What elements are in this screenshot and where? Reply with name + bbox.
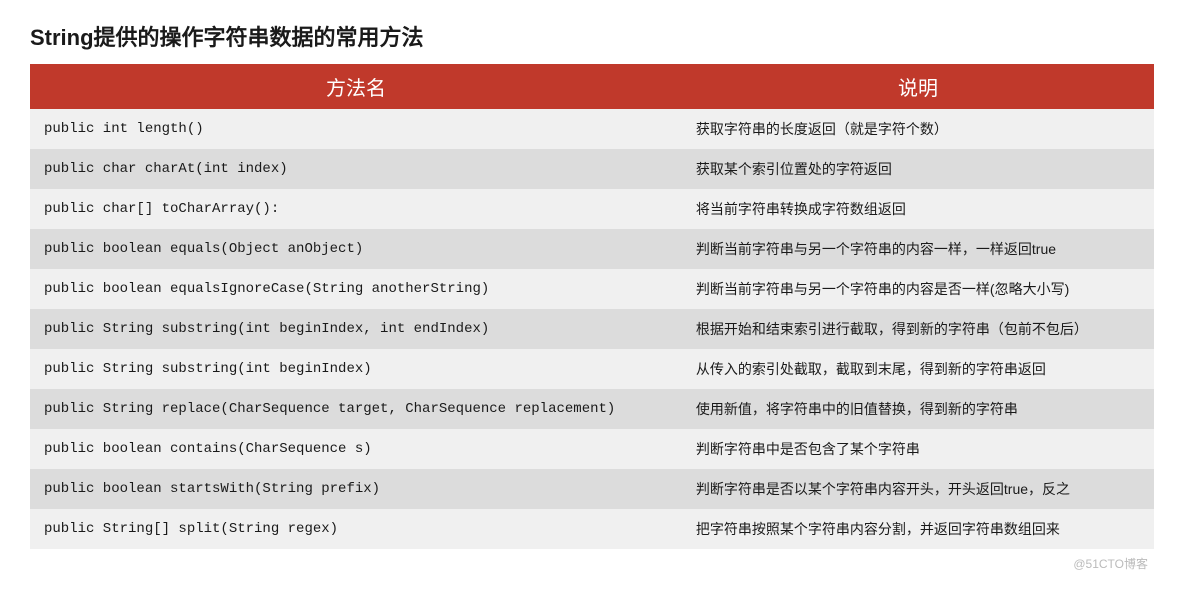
desc-cell: 从传入的索引处截取，截取到末尾，得到新的字符串返回 [682, 349, 1154, 389]
method-cell: public String replace(CharSequence targe… [30, 389, 682, 429]
method-cell: public boolean contains(CharSequence s) [30, 429, 682, 469]
method-cell: public char[] toCharArray(): [30, 189, 682, 229]
desc-cell: 判断字符串中是否包含了某个字符串 [682, 429, 1154, 469]
table-row: public char[] toCharArray(): 将当前字符串转换成字符… [30, 189, 1154, 229]
desc-cell: 判断字符串是否以某个字符串内容开头，开头返回true，反之 [682, 469, 1154, 509]
desc-cell: 获取字符串的长度返回（就是字符个数） [682, 109, 1154, 149]
method-cell: public int length() [30, 109, 682, 149]
watermark-text: @51CTO博客 [30, 555, 1154, 572]
table-row: public String substring(int beginIndex) … [30, 349, 1154, 389]
method-cell: public boolean equals(Object anObject) [30, 229, 682, 269]
desc-cell: 使用新值，将字符串中的旧值替换，得到新的字符串 [682, 389, 1154, 429]
table-header-row: 方法名 说明 [30, 64, 1154, 109]
method-cell: public String substring(int beginIndex) [30, 349, 682, 389]
table-row: public char charAt(int index) 获取某个索引位置处的… [30, 149, 1154, 189]
header-description: 说明 [682, 64, 1154, 109]
table-row: public String replace(CharSequence targe… [30, 389, 1154, 429]
table-row: public String substring(int beginIndex, … [30, 309, 1154, 349]
desc-cell: 判断当前字符串与另一个字符串的内容是否一样(忽略大小写) [682, 269, 1154, 309]
desc-cell: 获取某个索引位置处的字符返回 [682, 149, 1154, 189]
method-cell: public char charAt(int index) [30, 149, 682, 189]
methods-table: 方法名 说明 public int length() 获取字符串的长度返回（就是… [30, 64, 1154, 549]
desc-cell: 判断当前字符串与另一个字符串的内容一样，一样返回true [682, 229, 1154, 269]
table-row: public boolean equals(Object anObject) 判… [30, 229, 1154, 269]
method-cell: public String[] split(String regex) [30, 509, 682, 549]
desc-cell: 把字符串按照某个字符串内容分割，并返回字符串数组回来 [682, 509, 1154, 549]
table-row: public boolean startsWith(String prefix)… [30, 469, 1154, 509]
method-cell: public boolean equalsIgnoreCase(String a… [30, 269, 682, 309]
method-cell: public boolean startsWith(String prefix) [30, 469, 682, 509]
table-row: public boolean equalsIgnoreCase(String a… [30, 269, 1154, 309]
method-cell: public String substring(int beginIndex, … [30, 309, 682, 349]
header-method: 方法名 [30, 64, 682, 109]
page-title: String提供的操作字符串数据的常用方法 [30, 20, 1154, 52]
table-row: public String[] split(String regex) 把字符串… [30, 509, 1154, 549]
table-row: public boolean contains(CharSequence s) … [30, 429, 1154, 469]
table-row: public int length() 获取字符串的长度返回（就是字符个数） [30, 109, 1154, 149]
desc-cell: 根据开始和结束索引进行截取，得到新的字符串（包前不包后） [682, 309, 1154, 349]
desc-cell: 将当前字符串转换成字符数组返回 [682, 189, 1154, 229]
